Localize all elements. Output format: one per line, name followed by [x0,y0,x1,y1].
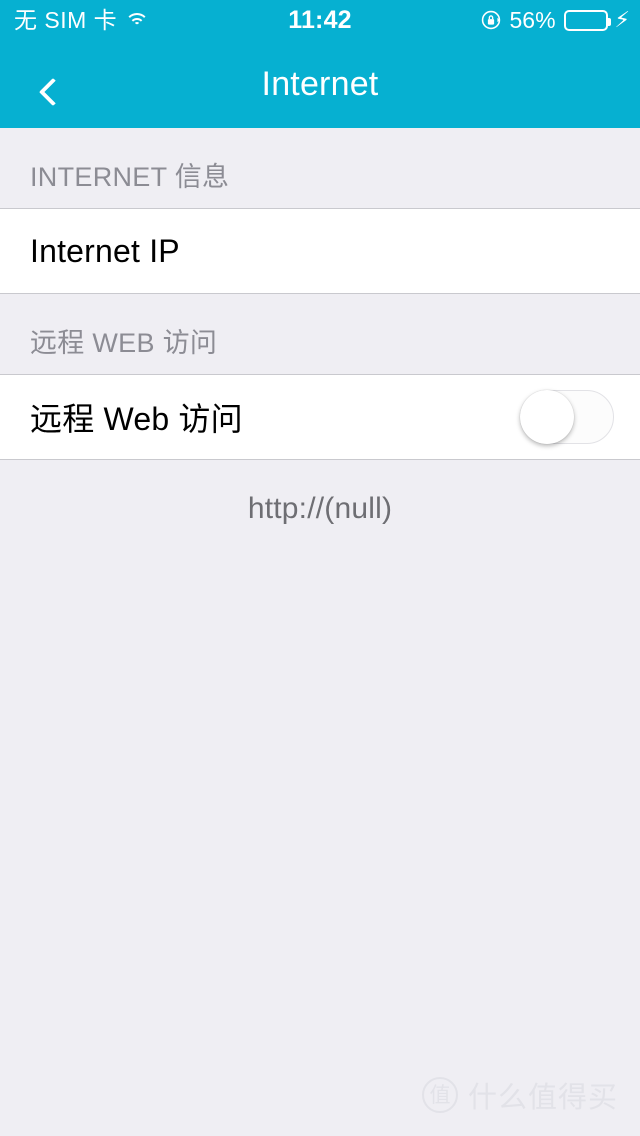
battery-cap [607,17,611,26]
row-label: 远程 Web 访问 [30,401,243,437]
watermark-logo-icon: 值 [421,1077,458,1113]
phone-screen: 无 SIM 卡 11:42 56% ⚡ Internet INTERNET 信息… [0,0,640,1136]
section-header-internet-info: INTERNET 信息 [30,162,230,192]
toggle-knob [520,390,574,444]
charging-bolt-icon: ⚡ [614,7,630,32]
remote-web-url-footnote: http://(null) [247,492,393,525]
navigation-bar: Internet [0,40,640,128]
watermark: 值 什么值得买 [421,1074,618,1116]
battery-percent-label: 56% [509,6,556,33]
row-internet-ip[interactable]: Internet IP [0,208,640,294]
status-bar-right: 56% ⚡ [480,6,630,33]
status-bar: 无 SIM 卡 11:42 56% ⚡ [0,0,640,40]
row-label: Internet IP [30,232,180,269]
settings-list: INTERNET 信息 Internet IP 远程 WEB 访问 远程 Web… [0,128,640,1136]
section-header-remote-web: 远程 WEB 访问 [30,328,218,358]
rotation-lock-icon [481,10,500,30]
watermark-label: 什么值得买 [467,1082,618,1114]
row-remote-web-access[interactable]: 远程 Web 访问 [0,374,640,460]
page-title: Internet [261,65,379,103]
battery-icon [563,9,611,31]
remote-web-access-toggle[interactable] [520,390,614,444]
